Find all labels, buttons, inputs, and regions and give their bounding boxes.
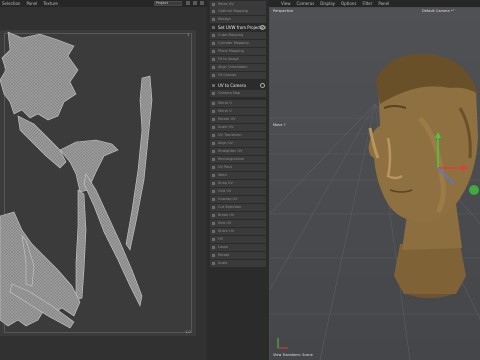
tool-item[interactable]: Lasso bbox=[210, 244, 266, 251]
viewport-3d[interactable]: Perspective Default Camera •° Move ↑ Vie… bbox=[270, 8, 480, 360]
uv-island-ear-left bbox=[17, 115, 67, 169]
tool-item[interactable]: Scale UV bbox=[210, 124, 266, 131]
tool-item[interactable]: Optimal Mapping bbox=[210, 8, 266, 15]
tool-item[interactable]: Set UVW from Projection bbox=[210, 24, 266, 31]
uv-toolbar bbox=[186, 1, 204, 5]
grid-icon[interactable] bbox=[193, 1, 197, 5]
uv-island-strip-b bbox=[125, 75, 153, 251]
tool-item[interactable]: Camera Map bbox=[210, 90, 266, 97]
tool-item[interactable]: Rectangularize bbox=[210, 156, 266, 163]
viewport-menu-cameras[interactable]: Cameras bbox=[297, 1, 315, 6]
tool-item[interactable]: Relax UV bbox=[210, 1, 266, 8]
viewport-title: Perspective bbox=[273, 9, 294, 13]
tool-item[interactable]: Break UV bbox=[210, 212, 266, 219]
tool-item[interactable]: Cylinder Mapping bbox=[210, 40, 266, 47]
uv-island-strip-c bbox=[75, 189, 87, 301]
tool-item[interactable]: UV Pack bbox=[210, 164, 266, 171]
tool-item[interactable]: Cube Mapping bbox=[210, 32, 266, 39]
layout-icon[interactable] bbox=[200, 1, 204, 5]
uv-islands[interactable] bbox=[0, 30, 196, 336]
tool-item[interactable]: Realign bbox=[210, 16, 266, 23]
tool-item[interactable]: Straighten UV bbox=[210, 148, 266, 155]
gear-icon[interactable] bbox=[260, 83, 265, 88]
uv-menubar: Selection Panel Texture Project bbox=[0, 0, 207, 7]
viewport-menu-filter[interactable]: Filter bbox=[362, 1, 372, 6]
tool-item[interactable]: Grid UV bbox=[210, 188, 266, 195]
viewport-menu-panel[interactable]: Panel bbox=[378, 1, 389, 6]
tool-item[interactable]: Plane Mapping bbox=[210, 48, 266, 55]
tool-item[interactable]: Fit Canvas bbox=[210, 72, 266, 79]
uv-menu-texture[interactable]: Texture bbox=[43, 1, 58, 6]
viewport-menu-display[interactable]: Display bbox=[320, 1, 335, 6]
tool-item[interactable]: Unwrap UV bbox=[210, 196, 266, 203]
tool-item[interactable]: Mirror V bbox=[210, 108, 266, 115]
tool-label: Move ↑ bbox=[273, 123, 287, 127]
tool-item[interactable]: Weld bbox=[210, 172, 266, 179]
viewport-menubar: View Cameras Display Options Filter Pane… bbox=[269, 0, 480, 7]
tool-item[interactable]: UV to Camera bbox=[210, 82, 266, 89]
tool-item[interactable]: Rotate UV bbox=[210, 116, 266, 123]
gear-icon[interactable] bbox=[260, 25, 265, 30]
tool-item[interactable]: Align UV bbox=[210, 140, 266, 147]
tool-item[interactable]: Snap UV bbox=[210, 180, 266, 187]
bust-model bbox=[368, 53, 478, 298]
viewport-scene bbox=[270, 53, 480, 360]
uv-menu-selection[interactable]: Selection bbox=[2, 1, 20, 6]
axis-indicator bbox=[277, 338, 288, 349]
uv-island-strip-a bbox=[83, 173, 143, 307]
viewport-menu-view[interactable]: View bbox=[281, 1, 291, 6]
viewport-menu-options[interactable]: Options bbox=[341, 1, 356, 6]
camera-label[interactable]: Default Camera •° bbox=[422, 9, 455, 13]
status-text: View Transform: Scene bbox=[273, 353, 313, 357]
tool-item[interactable]: Stitch UV bbox=[210, 228, 266, 235]
tool-item[interactable]: Align Orientation bbox=[210, 64, 266, 71]
home-icon[interactable] bbox=[186, 1, 190, 5]
uv-menu-panel[interactable]: Panel bbox=[26, 1, 37, 6]
tool-item[interactable]: UV Transform bbox=[210, 132, 266, 139]
tool-item[interactable]: Fit to Image bbox=[210, 56, 266, 63]
tool-item[interactable]: Scale bbox=[210, 260, 266, 267]
tool-item[interactable]: Sew UV bbox=[210, 220, 266, 227]
tool-item[interactable]: Fill bbox=[210, 236, 266, 243]
uv-island-face bbox=[0, 31, 79, 121]
tool-item[interactable]: Mirror U bbox=[210, 100, 266, 107]
uv-editor-panel: Selection Panel Texture Project 1 1,0 bbox=[0, 0, 207, 360]
tool-item[interactable]: Cut Selection bbox=[210, 204, 266, 211]
uv-mode-select[interactable]: Project bbox=[154, 1, 182, 6]
tool-item[interactable]: Rotate bbox=[210, 252, 266, 259]
